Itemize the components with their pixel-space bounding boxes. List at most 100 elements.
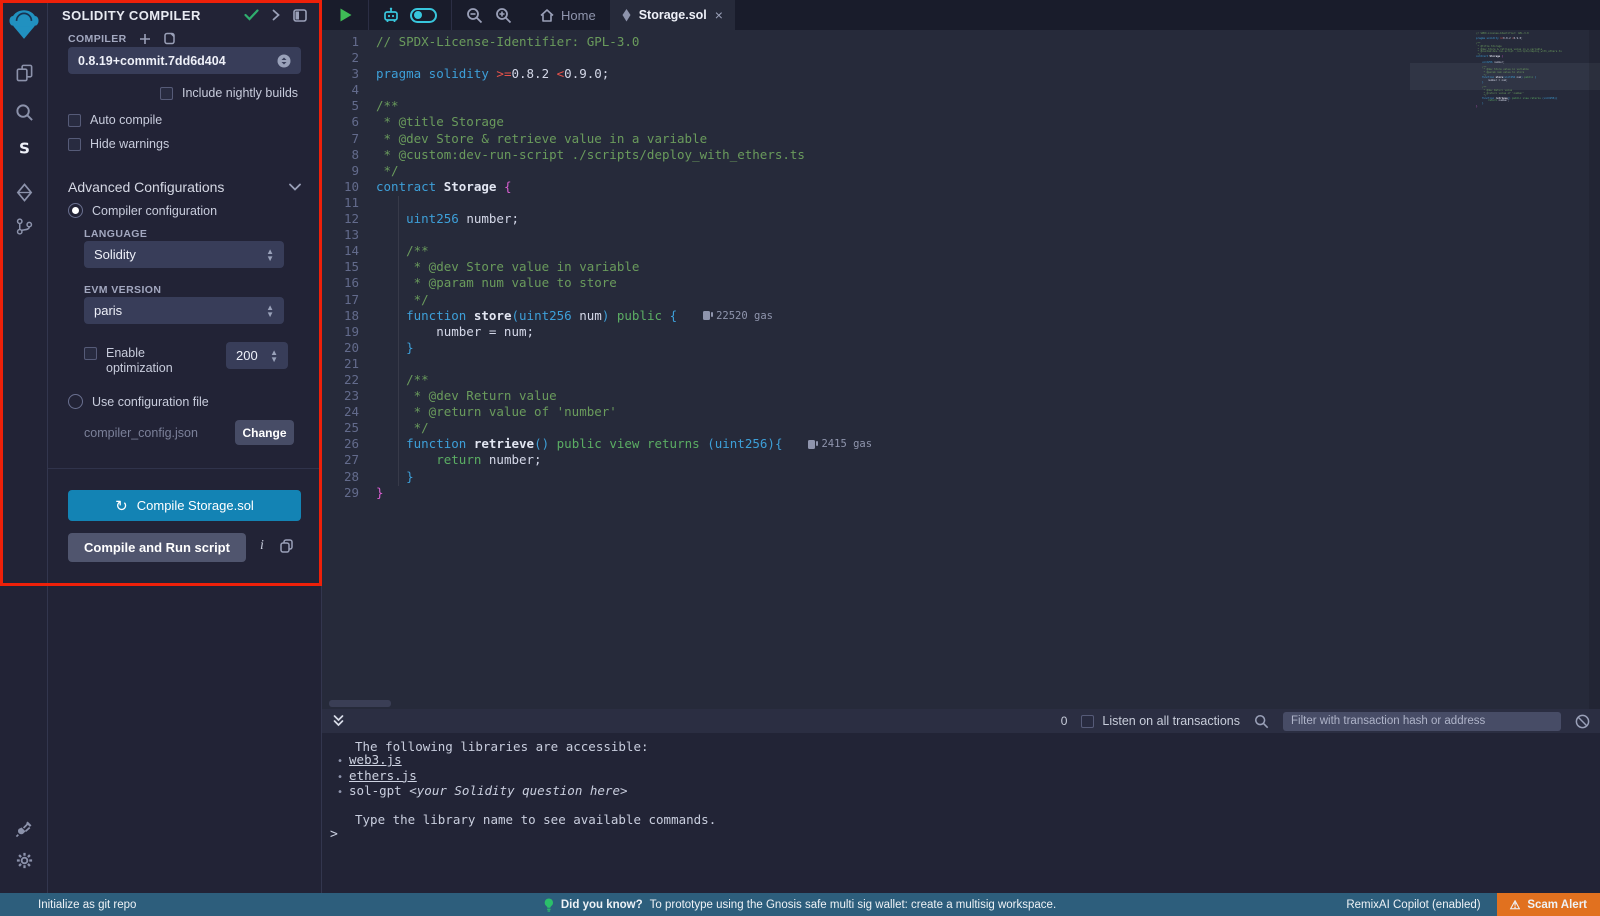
refresh-icon: ↻ <box>115 497 128 515</box>
compiler-version-value: 0.8.19+commit.7dd6d404 <box>78 54 226 68</box>
chevron-down-icon <box>289 183 301 191</box>
transaction-filter-input[interactable] <box>1283 712 1561 731</box>
line-number[interactable]: 23 <box>322 388 376 404</box>
horizontal-scrollbar-thumb[interactable] <box>329 700 391 707</box>
zoom-out-icon[interactable] <box>466 7 483 24</box>
evm-version-select[interactable]: paris ▲▼ <box>84 297 284 324</box>
status-bar: Initialize as git repo Did you know? To … <box>0 893 1600 916</box>
compiler-version-select[interactable]: 0.8.19+commit.7dd6d404 <box>68 47 301 74</box>
line-number[interactable]: 16 <box>322 275 376 291</box>
evm-version-value: paris <box>94 303 122 318</box>
chevron-right-icon[interactable] <box>272 9 280 21</box>
git-icon[interactable] <box>0 210 48 242</box>
line-number[interactable]: 9 <box>322 163 376 179</box>
ai-copilot-toggle[interactable] <box>410 8 437 23</box>
file-explorer-icon[interactable] <box>0 56 48 88</box>
minimap[interactable]: // SPDX-License-Identifier: GPL-3.0 prag… <box>1476 33 1538 108</box>
terminal-prompt[interactable]: > <box>330 827 338 842</box>
copy-icon[interactable] <box>280 539 293 553</box>
line-number[interactable]: 24 <box>322 404 376 420</box>
line-number[interactable]: 4 <box>322 82 376 98</box>
bullet-icon: • <box>337 787 343 798</box>
pin-panel-icon[interactable] <box>293 9 307 22</box>
ai-copilot-robot-icon[interactable] <box>382 7 400 24</box>
line-number[interactable]: 15 <box>322 259 376 275</box>
search-icon[interactable] <box>0 96 48 128</box>
line-number[interactable]: 28 <box>322 469 376 485</box>
gas-estimate[interactable]: 2415 gas <box>808 436 872 452</box>
auto-compile-checkbox[interactable] <box>68 114 81 127</box>
optimization-runs-input[interactable]: 200 ▲▼ <box>226 342 288 369</box>
line-number[interactable]: 26 <box>322 436 376 452</box>
include-nightly-checkbox[interactable] <box>160 87 173 100</box>
line-number[interactable]: 2 <box>322 50 376 66</box>
line-number[interactable]: 5 <box>322 98 376 114</box>
settings-icon[interactable] <box>0 844 48 876</box>
copilot-status[interactable]: RemixAI Copilot (enabled) <box>1346 899 1480 911</box>
zoom-in-icon[interactable] <box>495 7 512 24</box>
clear-console-icon[interactable] <box>1575 714 1590 729</box>
add-compiler-icon[interactable] <box>139 33 151 45</box>
listen-transactions-checkbox[interactable] <box>1081 715 1094 728</box>
line-number[interactable]: 12 <box>322 211 376 227</box>
open-file-icon[interactable] <box>163 32 176 45</box>
line-number[interactable]: 3 <box>322 66 376 82</box>
code-editor[interactable]: 1// SPDX-License-Identifier: GPL-3.023pr… <box>322 30 1600 709</box>
terminal-link[interactable]: ethers.js <box>349 768 417 783</box>
scam-alert-badge[interactable]: ⚠ Scam Alert <box>1497 893 1600 916</box>
compile-button[interactable]: ↻ Compile Storage.sol <box>68 490 301 521</box>
hide-warnings-checkbox[interactable] <box>68 138 81 151</box>
home-button[interactable]: Home <box>540 8 596 23</box>
collapse-terminal-icon[interactable] <box>332 714 345 728</box>
line-number[interactable]: 25 <box>322 420 376 436</box>
line-number[interactable]: 22 <box>322 372 376 388</box>
code-line: 2 <box>322 50 872 66</box>
compile-and-run-button[interactable]: Compile and Run script <box>68 533 246 562</box>
plugin-manager-icon[interactable] <box>0 812 48 844</box>
runs-arrows-icon: ▲▼ <box>270 349 278 363</box>
terminal-link[interactable]: web3.js <box>349 752 402 767</box>
git-init-status[interactable]: Initialize as git repo <box>0 899 136 911</box>
code-line: 15 * @dev Store value in variable <box>322 259 872 275</box>
tab-close-icon[interactable]: × <box>715 7 723 23</box>
include-nightly-row: Include nightly builds <box>160 86 298 100</box>
line-number[interactable]: 19 <box>322 324 376 340</box>
line-number[interactable]: 20 <box>322 340 376 356</box>
line-number[interactable]: 10 <box>322 179 376 195</box>
line-number[interactable]: 8 <box>322 147 376 163</box>
compiler-config-radio[interactable] <box>68 203 83 218</box>
line-number[interactable]: 13 <box>322 227 376 243</box>
tip-text: To prototype using the Gnosis safe multi… <box>650 899 1057 911</box>
line-number[interactable]: 1 <box>322 34 376 50</box>
remix-logo-icon[interactable] <box>7 7 41 41</box>
run-script-play-icon[interactable] <box>339 7 353 23</box>
gas-estimate[interactable]: 22520 gas <box>703 308 773 324</box>
line-number[interactable]: 18 <box>322 308 376 324</box>
toolbar-separator-2 <box>451 0 452 30</box>
terminal-output[interactable]: The following libraries are accessible:•… <box>322 733 1600 870</box>
line-number[interactable]: 21 <box>322 356 376 372</box>
lightbulb-icon <box>544 898 554 912</box>
code-line: 27 return number; <box>322 452 872 468</box>
enable-optimization-checkbox[interactable] <box>84 347 97 360</box>
change-config-button[interactable]: Change <box>235 420 294 445</box>
info-icon[interactable]: i <box>260 538 264 554</box>
solidity-compiler-panel: SOLIDITY COMPILER COMPILER 0.8.19+commit… <box>48 0 322 893</box>
use-config-file-radio[interactable] <box>68 394 83 409</box>
line-number[interactable]: 11 <box>322 195 376 211</box>
compile-button-label: Compile Storage.sol <box>137 498 254 513</box>
line-number[interactable]: 6 <box>322 114 376 130</box>
line-number[interactable]: 17 <box>322 292 376 308</box>
line-number[interactable]: 7 <box>322 131 376 147</box>
line-number[interactable]: 14 <box>322 243 376 259</box>
hide-warnings-row: Hide warnings <box>68 137 169 151</box>
line-number[interactable]: 27 <box>322 452 376 468</box>
line-number[interactable]: 29 <box>322 485 376 501</box>
deploy-run-icon[interactable] <box>0 176 48 208</box>
solidity-compiler-icon[interactable]: S <box>0 132 48 164</box>
home-icon <box>540 9 554 22</box>
tab-storage-sol[interactable]: Storage.sol × <box>610 0 735 30</box>
advanced-config-header[interactable]: Advanced Configurations <box>68 179 301 195</box>
terminal-line: •web3.js <box>322 753 1600 768</box>
language-select[interactable]: Solidity ▲▼ <box>84 241 284 268</box>
